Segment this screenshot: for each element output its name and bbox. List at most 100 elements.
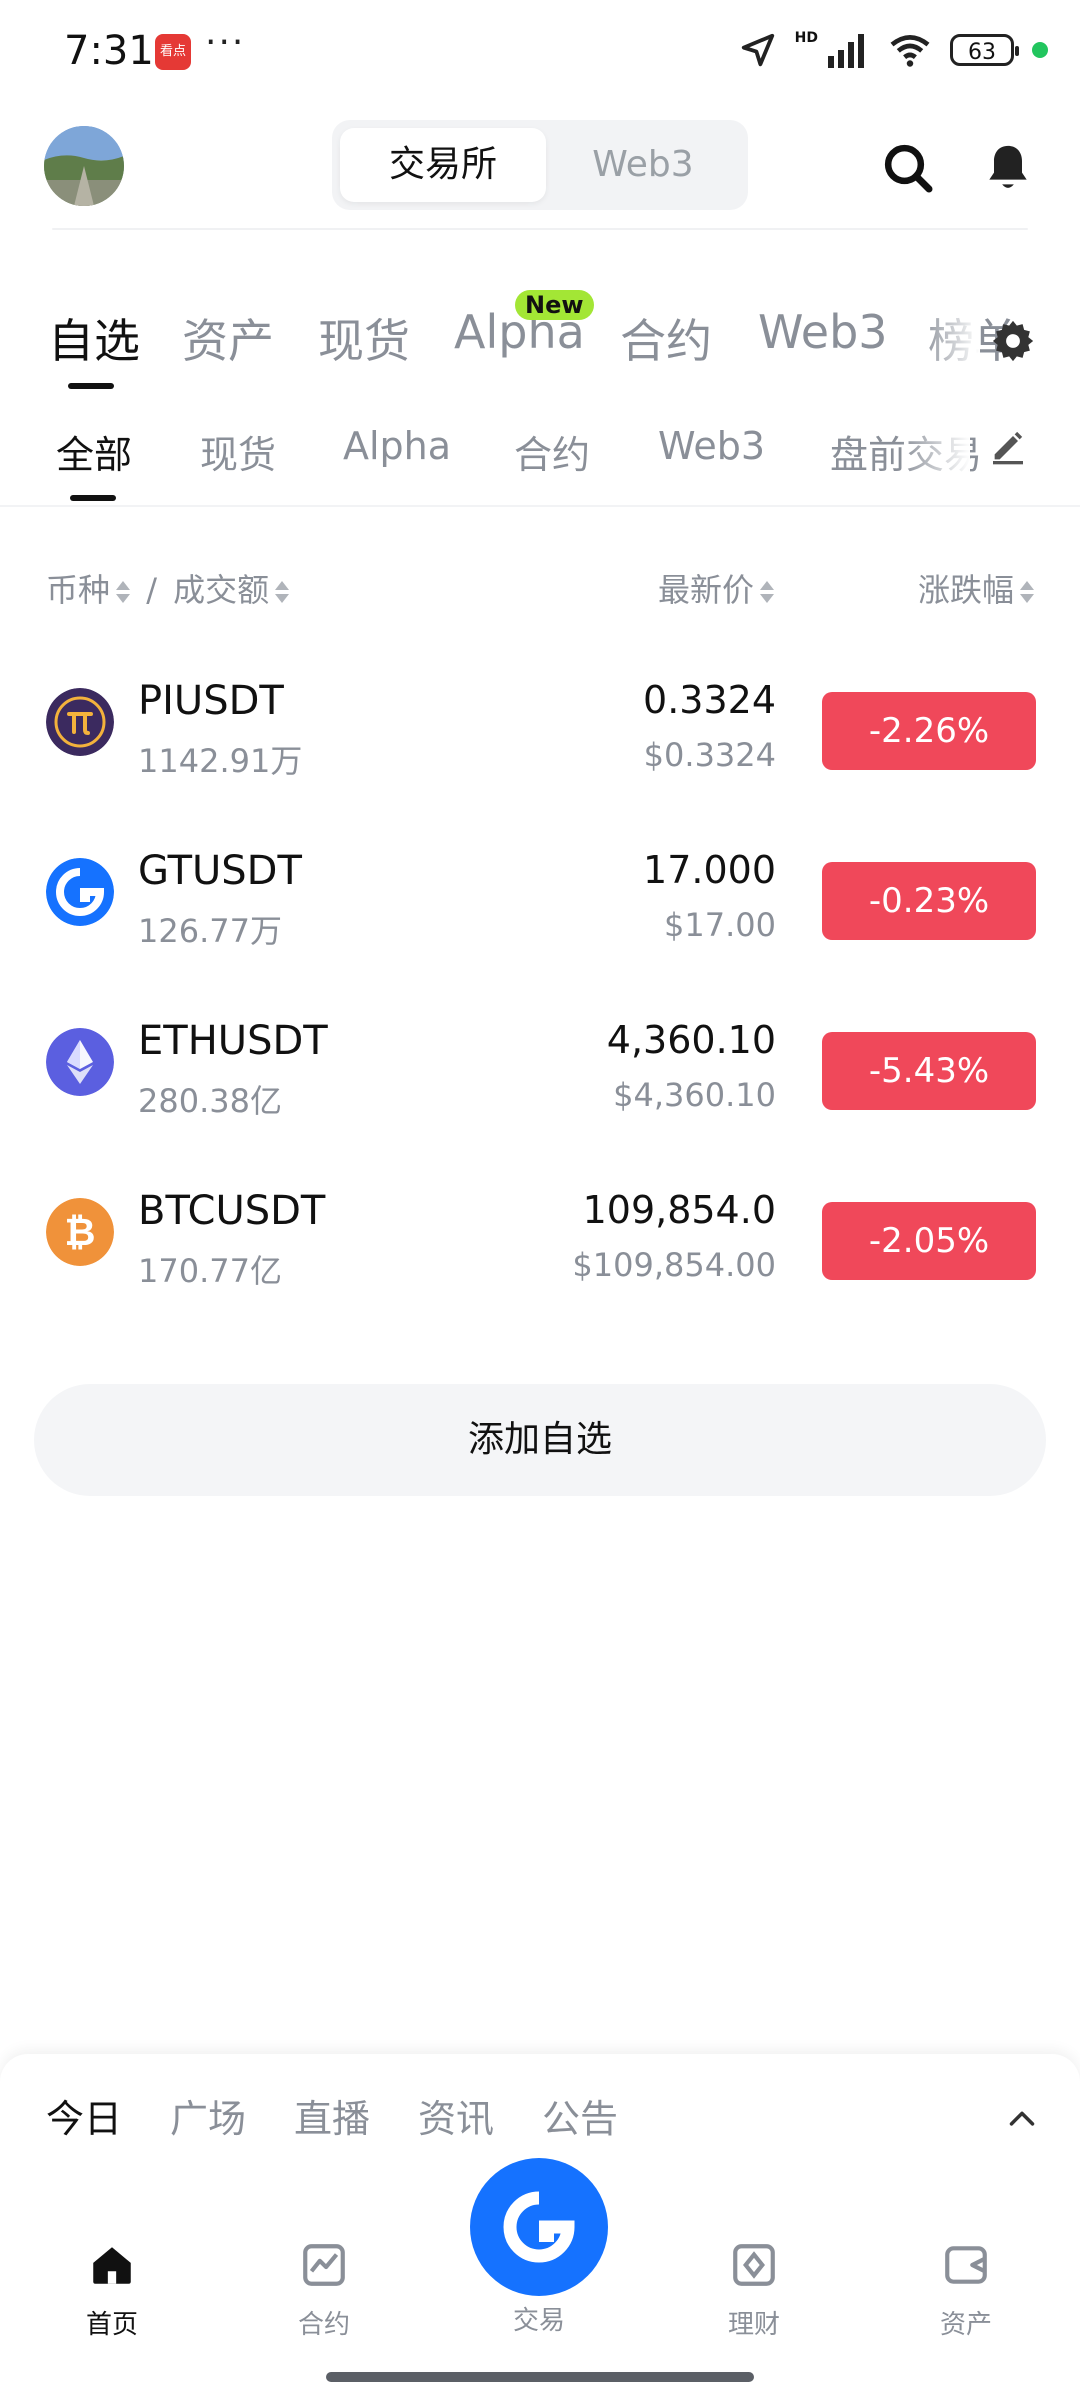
- signal-icon: [828, 34, 864, 68]
- user-avatar[interactable]: [44, 126, 124, 206]
- table-row[interactable]: ETHUSDT 280.38亿 4,360.10 $4,360.10 -5.43…: [0, 982, 1080, 1152]
- sort-volume-icon[interactable]: [275, 579, 290, 605]
- search-icon[interactable]: [880, 140, 936, 196]
- change-badge[interactable]: -0.23%: [822, 862, 1036, 940]
- sort-by-volume[interactable]: 成交额: [173, 571, 269, 609]
- column-header-change[interactable]: 涨跌幅: [918, 565, 1034, 611]
- trade-logo-icon: [503, 2191, 575, 2263]
- coin-volume: 170.77亿: [138, 1252, 282, 1290]
- svg-text:₿: ₿: [65, 1210, 96, 1254]
- news-app-notification-icon: 看点: [155, 34, 191, 70]
- nav-trade-label: 交易: [512, 2306, 565, 2336]
- coin-price: 0.3324: [643, 678, 776, 722]
- change-badge[interactable]: -2.26%: [822, 692, 1036, 770]
- gear-icon[interactable]: [990, 318, 1036, 364]
- bell-icon[interactable]: [980, 140, 1036, 196]
- change-badge[interactable]: -2.05%: [822, 1202, 1036, 1280]
- subtabs-fade-overlay: [900, 416, 970, 486]
- news-tab-today[interactable]: 今日: [46, 2088, 122, 2143]
- coin-symbol: GTUSDT: [138, 848, 302, 894]
- column-header-coin-volume: 币种 / 成交额: [46, 565, 290, 611]
- tab-web3[interactable]: Web3: [758, 305, 888, 359]
- table-row[interactable]: ₿ BTCUSDT 170.77亿 109,854.0 $109,854.00 …: [0, 1152, 1080, 1322]
- btc-coin-icon: ₿: [46, 1198, 114, 1266]
- tab-futures[interactable]: 合约: [620, 305, 712, 371]
- chevron-up-icon[interactable]: [1008, 2104, 1036, 2132]
- nav-futures-label: 合约: [297, 2310, 350, 2340]
- coin-price-usd: $109,854.00: [572, 1246, 776, 1284]
- news-tab-news[interactable]: 资讯: [418, 2088, 494, 2143]
- new-badge: New: [515, 290, 594, 320]
- tab-assets[interactable]: 资产: [182, 305, 274, 371]
- futures-chart-icon: [303, 2244, 345, 2286]
- hd-label: HD: [794, 30, 818, 46]
- finance-icon: [733, 2244, 775, 2286]
- mode-tab-web3[interactable]: Web3: [546, 128, 740, 202]
- nav-assets-label: 资产: [939, 2310, 992, 2340]
- sort-coin-icon[interactable]: [116, 579, 131, 605]
- exchange-web3-toggle: 交易所 Web3: [332, 120, 748, 210]
- mode-tab-exchange[interactable]: 交易所: [340, 128, 546, 202]
- privacy-indicator-dot: [1032, 42, 1048, 58]
- nav-assets[interactable]: 资产: [886, 2240, 1046, 2341]
- sort-by-price[interactable]: 最新价: [658, 571, 754, 609]
- sort-by-change[interactable]: 涨跌幅: [918, 571, 1014, 609]
- coin-price-usd: $4,360.10: [613, 1076, 776, 1114]
- table-row[interactable]: GTUSDT 126.77万 17.000 $17.00 -0.23%: [0, 812, 1080, 982]
- subtab-all-underline: [70, 495, 116, 501]
- pi-coin-icon: [46, 688, 114, 756]
- coin-price: 4,360.10: [606, 1018, 776, 1062]
- sort-price-icon[interactable]: [760, 579, 774, 605]
- tabs-fade-overlay: [920, 300, 980, 380]
- wifi-icon: [890, 35, 930, 67]
- add-to-watchlist-button[interactable]: 添加自选: [34, 1384, 1046, 1496]
- status-bar: 7:31 看点 ··· HD 63: [0, 0, 1080, 100]
- table-row[interactable]: PIUSDT 1142.91万 0.3324 $0.3324 -2.26%: [0, 642, 1080, 812]
- subtab-alpha[interactable]: Alpha: [343, 424, 451, 468]
- column-header-price[interactable]: 最新价: [658, 565, 774, 611]
- subtab-futures[interactable]: 合约: [514, 424, 590, 479]
- more-notifications-icon: ···: [205, 22, 246, 63]
- change-badge[interactable]: -5.43%: [822, 1032, 1036, 1110]
- eth-coin-icon: [46, 1028, 114, 1096]
- header-divider: [52, 228, 1028, 230]
- wallet-icon: [945, 2246, 987, 2284]
- subtab-spot[interactable]: 现货: [200, 424, 276, 479]
- nav-finance[interactable]: 理财: [674, 2240, 834, 2341]
- coin-price-usd: $0.3324: [643, 736, 776, 774]
- status-icons: HD 63: [739, 28, 1048, 72]
- nav-finance-label: 理财: [727, 2310, 780, 2340]
- trade-center-button[interactable]: [470, 2158, 608, 2296]
- tab-spot[interactable]: 现货: [318, 305, 410, 371]
- tab-watchlist-underline: [68, 383, 114, 389]
- coin-price: 17.000: [643, 848, 776, 892]
- coin-volume: 280.38亿: [138, 1082, 282, 1120]
- news-tab-square[interactable]: 广场: [170, 2088, 246, 2143]
- battery-icon: 63: [950, 34, 1019, 66]
- nav-home[interactable]: 首页: [32, 2240, 192, 2341]
- location-arrow-icon: [741, 33, 774, 67]
- coin-symbol: ETHUSDT: [138, 1018, 328, 1064]
- news-tab-announcements[interactable]: 公告: [542, 2088, 618, 2143]
- sort-by-coin[interactable]: 币种: [46, 571, 110, 609]
- edit-pencil-icon[interactable]: [988, 426, 1028, 466]
- coin-price-usd: $17.00: [664, 906, 776, 944]
- news-tab-live[interactable]: 直播: [294, 2088, 370, 2143]
- nav-home-label: 首页: [85, 2310, 138, 2340]
- nav-futures[interactable]: 合约: [244, 2240, 404, 2341]
- home-indicator: [326, 2372, 754, 2382]
- coin-symbol: PIUSDT: [138, 678, 284, 724]
- coin-price: 109,854.0: [582, 1188, 776, 1232]
- subtab-all[interactable]: 全部: [56, 424, 132, 479]
- column-separator: /: [146, 571, 157, 609]
- gt-coin-icon: [46, 858, 114, 926]
- coin-volume: 126.77万: [138, 912, 282, 950]
- sort-change-icon[interactable]: [1020, 579, 1034, 605]
- status-time: 7:31: [64, 28, 154, 74]
- coin-volume: 1142.91万: [138, 742, 303, 780]
- subtab-web3[interactable]: Web3: [658, 424, 765, 468]
- avatar-landscape-image: [44, 126, 124, 206]
- coin-symbol: BTCUSDT: [138, 1188, 326, 1234]
- tab-watchlist[interactable]: 自选: [48, 305, 140, 371]
- home-icon: [93, 2247, 131, 2284]
